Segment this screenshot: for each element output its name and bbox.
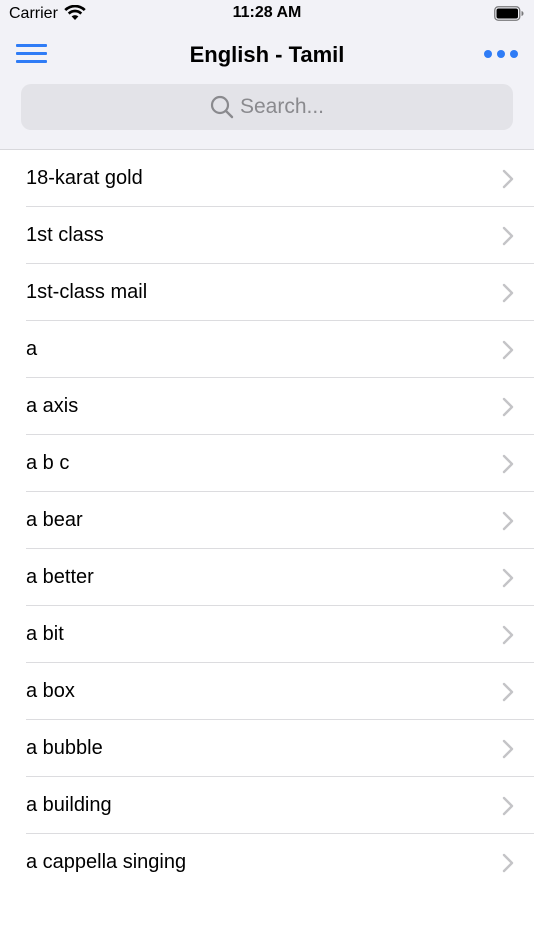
list-item-label: a bit bbox=[26, 623, 64, 645]
list-item-label: a bbox=[26, 338, 38, 360]
list-item-label: a box bbox=[26, 680, 75, 702]
list-item[interactable]: a bear bbox=[0, 492, 534, 549]
chevron-right-icon bbox=[502, 853, 514, 873]
chevron-right-icon bbox=[502, 682, 514, 702]
chevron-right-icon bbox=[502, 397, 514, 417]
list-item-label: a cappella singing bbox=[26, 851, 187, 873]
status-bar: Carrier 11:28 AM bbox=[0, 0, 534, 30]
list-item[interactable]: a bubble bbox=[0, 720, 534, 777]
chevron-right-icon bbox=[502, 568, 514, 588]
list-item[interactable]: a bit bbox=[0, 606, 534, 663]
list-item[interactable]: 1st class bbox=[0, 207, 534, 264]
list-item-label: a better bbox=[26, 566, 94, 588]
list-item[interactable]: 18-karat gold bbox=[0, 150, 534, 207]
chevron-right-icon bbox=[502, 169, 514, 189]
list-item[interactable]: a b c bbox=[0, 435, 534, 492]
word-list: 18-karat gold 1st class 1st-class mail a a a… bbox=[0, 150, 534, 891]
list-item[interactable]: a better bbox=[0, 549, 534, 606]
list-item-label: 18-karat gold bbox=[26, 167, 143, 189]
list-item-label: a building bbox=[26, 794, 112, 816]
chevron-right-icon bbox=[502, 454, 514, 474]
list-item[interactable]: a bbox=[0, 321, 534, 378]
list-item-label: a bear bbox=[26, 509, 83, 531]
search-icon bbox=[210, 95, 234, 119]
list-item[interactable]: a axis bbox=[0, 378, 534, 435]
list-item-label: a axis bbox=[26, 395, 79, 417]
list-item-label: a bubble bbox=[26, 737, 103, 759]
list-item-label: 1st class bbox=[26, 224, 104, 246]
app-screen: Carrier 11:28 AM English - Tamil Search.… bbox=[0, 0, 534, 950]
page-title: English - Tamil bbox=[189, 42, 345, 67]
more-dots-icon[interactable] bbox=[484, 44, 518, 64]
list-item-label: a b c bbox=[26, 452, 70, 474]
list-item[interactable]: a cappella singing bbox=[0, 834, 534, 891]
list-item[interactable]: a building bbox=[0, 777, 534, 834]
chevron-right-icon bbox=[502, 283, 514, 303]
search-placeholder: Search... bbox=[239, 95, 325, 118]
chevron-right-icon bbox=[502, 625, 514, 645]
status-time: 11:28 AM bbox=[232, 4, 302, 21]
search-input[interactable]: Search... bbox=[21, 84, 513, 130]
list-item[interactable]: a box bbox=[0, 663, 534, 720]
list-item[interactable]: 1st-class mail bbox=[0, 264, 534, 321]
chevron-right-icon bbox=[502, 511, 514, 531]
list-item-label: 1st-class mail bbox=[26, 281, 148, 303]
battery-icon bbox=[494, 6, 524, 21]
navigation-bar: English - Tamil Search... bbox=[0, 30, 534, 150]
chevron-right-icon bbox=[502, 739, 514, 759]
chevron-right-icon bbox=[502, 226, 514, 246]
chevron-right-icon bbox=[502, 340, 514, 360]
chevron-right-icon bbox=[502, 796, 514, 816]
